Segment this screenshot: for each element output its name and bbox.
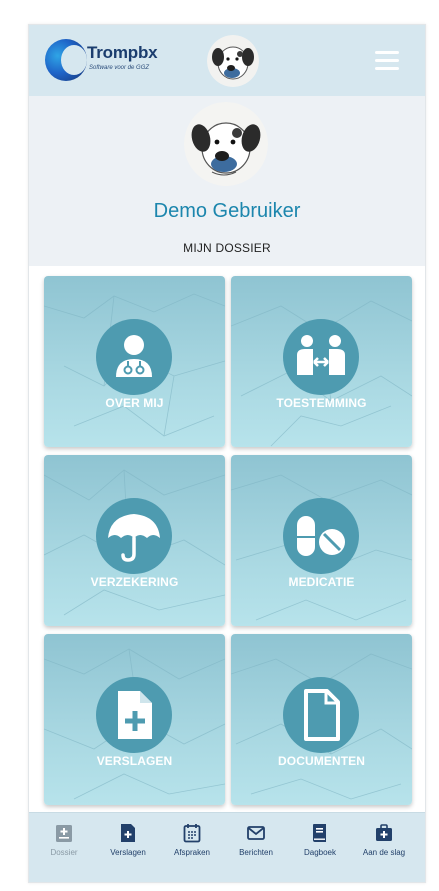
trompbx-logo[interactable]: Trompbx Software voor de GGZ xyxy=(45,37,185,85)
user-name: Demo Gebruiker xyxy=(153,200,301,222)
tile-label: OVER MIJ xyxy=(105,396,164,410)
dog-avatar-icon xyxy=(184,102,268,186)
tile-verslagen[interactable]: VERSLAGEN xyxy=(44,634,225,805)
tile-toestemming[interactable]: TOESTEMMING xyxy=(231,276,412,447)
hamburger-menu-icon[interactable] xyxy=(375,51,399,71)
logo-subtitle: Software voor de GGZ xyxy=(89,65,150,71)
dossier-tile-grid: OVER MIJ TOESTEMMING VERZEKERING MEDICAT… xyxy=(29,266,425,812)
nav-label: Dossier xyxy=(50,848,78,857)
tile-label: VERZEKERING xyxy=(90,575,179,589)
envelope-icon xyxy=(247,826,265,840)
umbrella-icon xyxy=(96,498,172,574)
dog-avatar-icon xyxy=(207,35,259,87)
document-icon xyxy=(283,677,359,753)
tile-label: DOCUMENTEN xyxy=(278,754,365,768)
nav-label: Aan de slag xyxy=(362,848,406,857)
tile-verzekering[interactable]: VERZEKERING xyxy=(44,455,225,626)
app-screen: Trompbx Software voor de GGZ Demo Gebrui… xyxy=(28,24,426,883)
bottom-navigation: Dossier Verslagen Afspraken Berichten Da… xyxy=(29,812,425,882)
pills-icon xyxy=(283,498,359,574)
medical-file-icon xyxy=(121,824,135,842)
tile-label: MEDICATIE xyxy=(288,575,355,589)
app-header: Trompbx Software voor de GGZ xyxy=(29,25,425,96)
tile-over-mij[interactable]: OVER MIJ xyxy=(44,276,225,447)
nav-dossier[interactable]: Dossier xyxy=(33,823,95,873)
profile-section: Demo Gebruiker MIJN DOSSIER xyxy=(29,96,425,266)
nav-afspraken[interactable]: Afspraken xyxy=(161,823,223,873)
logo-mark-icon xyxy=(45,39,87,81)
logo-title: Trompbx xyxy=(87,43,158,62)
nav-label: Afspraken xyxy=(173,848,211,857)
nav-label: Verslagen xyxy=(110,848,146,857)
nav-label: Berichten xyxy=(239,848,273,857)
first-aid-kit-icon xyxy=(376,824,392,841)
nav-verslagen[interactable]: Verslagen xyxy=(97,823,159,873)
medical-folder-icon xyxy=(56,825,72,842)
profile-avatar xyxy=(184,102,268,186)
calendar-icon xyxy=(183,824,201,843)
nav-berichten[interactable]: Berichten xyxy=(225,823,287,873)
book-icon xyxy=(313,824,326,842)
tile-medicatie[interactable]: MEDICATIE xyxy=(231,455,412,626)
nav-aan-de-slag[interactable]: Aan de slag xyxy=(353,823,415,873)
consent-people-icon xyxy=(283,319,359,395)
medical-file-icon xyxy=(96,677,172,753)
header-avatar[interactable] xyxy=(207,35,259,87)
nav-label: Dagboek xyxy=(303,848,337,857)
tile-label: TOESTEMMING xyxy=(276,396,367,410)
tile-label: VERSLAGEN xyxy=(96,754,173,768)
section-label: MIJN DOSSIER xyxy=(183,241,271,255)
doctor-icon xyxy=(96,319,172,395)
nav-dagboek[interactable]: Dagboek xyxy=(289,823,351,873)
tile-documenten[interactable]: DOCUMENTEN xyxy=(231,634,412,805)
